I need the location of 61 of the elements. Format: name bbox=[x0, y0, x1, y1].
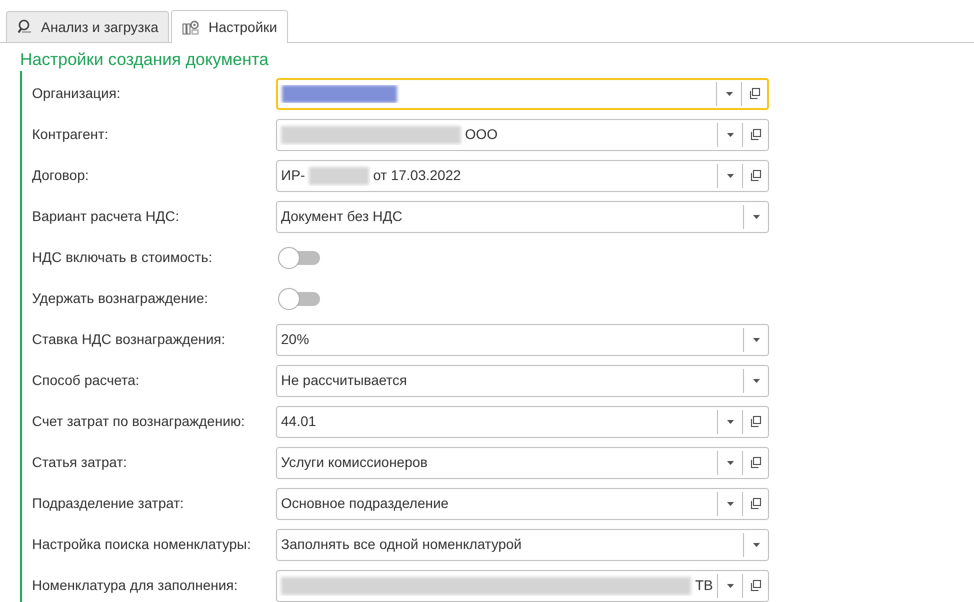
combo-field[interactable]: 44.01 bbox=[276, 406, 769, 438]
caret-icon bbox=[752, 542, 760, 546]
combo-field[interactable]: ООО bbox=[276, 118, 769, 150]
caret-icon bbox=[726, 420, 734, 424]
field-label: Способ расчета: bbox=[32, 372, 140, 388]
blurred-text bbox=[309, 166, 370, 184]
caret-icon bbox=[752, 214, 760, 218]
field-value: ООО bbox=[465, 125, 498, 144]
toggle-switch[interactable] bbox=[278, 288, 320, 310]
combo-field[interactable]: Основное подразделение bbox=[276, 488, 769, 520]
field-label: Номенклатура для заполнения: bbox=[32, 577, 238, 593]
combo-field[interactable]: Заполнять все одной номенклатурой bbox=[276, 528, 769, 560]
field-label: Удержать вознаграждение: bbox=[32, 290, 208, 306]
copy-icon bbox=[750, 498, 761, 509]
caret-icon bbox=[726, 174, 734, 178]
field-value: Заполнять все одной номенклатурой bbox=[281, 535, 522, 554]
field-label: Вариант расчета НДС: bbox=[32, 208, 180, 224]
tab[interactable]: Анализ и загрузка bbox=[6, 11, 170, 42]
field-value: Услуги комиссионеров bbox=[281, 453, 428, 472]
combo-field[interactable]: Не рассчитывается bbox=[276, 364, 769, 396]
caret-icon bbox=[726, 502, 734, 506]
field-label: Статья затрат: bbox=[32, 454, 127, 470]
copy-icon bbox=[750, 170, 761, 181]
field-value: Не рассчитывается bbox=[281, 371, 408, 390]
caret-icon bbox=[726, 460, 734, 464]
field-value: ТВ bbox=[695, 576, 713, 595]
copy-icon bbox=[750, 416, 761, 427]
caret-icon bbox=[726, 92, 732, 96]
field-value: 44.01 bbox=[281, 412, 316, 431]
copy-icon bbox=[749, 88, 760, 99]
caret-icon bbox=[726, 584, 734, 588]
copy-icon bbox=[750, 580, 761, 591]
combo-field[interactable]: 20% bbox=[276, 324, 769, 356]
caret-icon bbox=[726, 132, 734, 136]
copy-icon bbox=[750, 457, 761, 468]
field-label: Подразделение затрат: bbox=[32, 495, 184, 511]
tab[interactable]: Настройки bbox=[171, 10, 288, 43]
section-title: Настройки создания документа bbox=[20, 50, 269, 70]
field-label: Договор: bbox=[32, 167, 89, 183]
combo-field[interactable] bbox=[276, 78, 769, 110]
field-label: Счет затрат по вознаграждению: bbox=[32, 413, 245, 429]
field-label: Настройка поиска номенклатуры: bbox=[32, 536, 251, 552]
field-value: Основное подразделение bbox=[281, 494, 449, 513]
search-icon bbox=[17, 19, 33, 35]
field-value: 20% bbox=[281, 330, 310, 349]
combo-field[interactable]: ТВ bbox=[276, 570, 769, 602]
copy-icon bbox=[750, 129, 761, 140]
field-label: Ставка НДС вознаграждения: bbox=[32, 331, 226, 347]
combo-field[interactable]: Документ без НДС bbox=[276, 200, 769, 232]
gear-icon bbox=[182, 19, 200, 35]
field-value: ИР- bbox=[281, 166, 306, 185]
toggle-switch[interactable] bbox=[278, 246, 320, 268]
field-value: от 17.03.2022 bbox=[373, 166, 461, 185]
caret-icon bbox=[752, 338, 760, 342]
field-label: Организация: bbox=[32, 85, 120, 101]
field-value: Документ без НДС bbox=[281, 207, 402, 226]
combo-field[interactable]: ИР- от 17.03.2022 bbox=[276, 160, 769, 192]
field-label: НДС включать в стоимость: bbox=[32, 249, 212, 265]
caret-icon bbox=[752, 378, 760, 382]
field-label: Контрагент: bbox=[32, 126, 108, 142]
combo-field[interactable]: Услуги комиссионеров bbox=[276, 446, 769, 478]
